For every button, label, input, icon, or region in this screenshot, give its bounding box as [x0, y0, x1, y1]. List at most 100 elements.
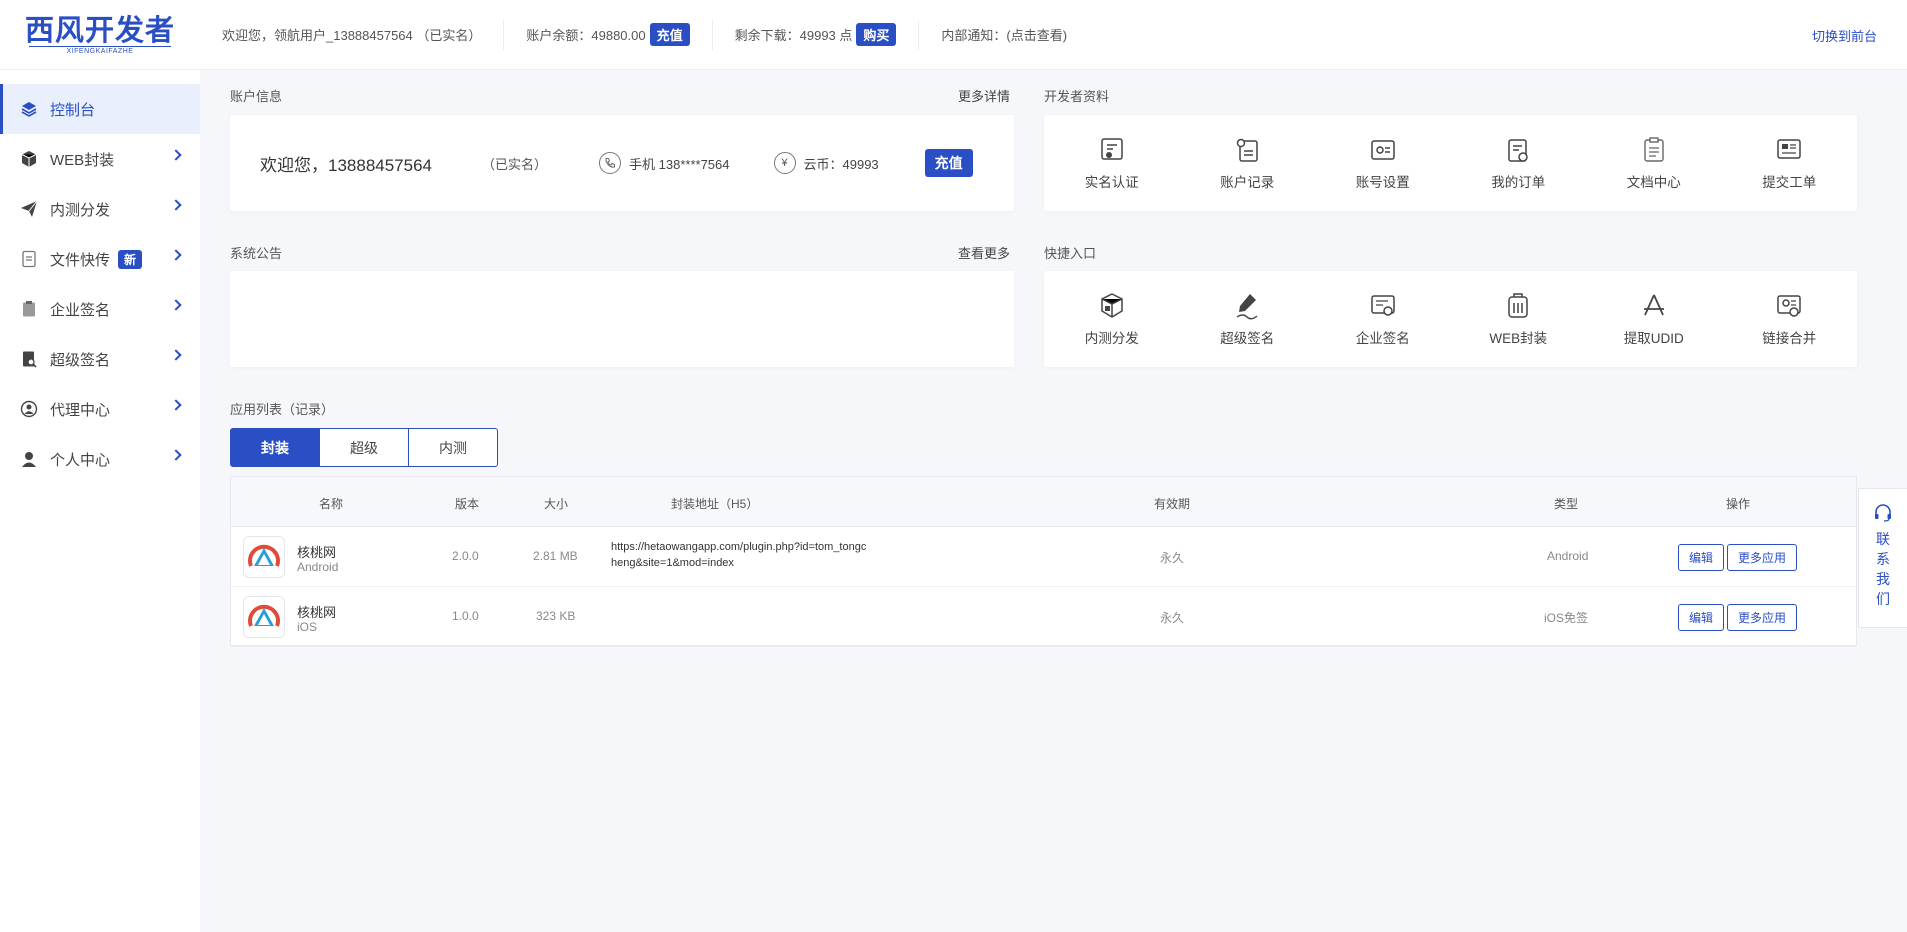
link-merge-icon: [1777, 295, 1801, 317]
quick-item-label: 内测分发: [1084, 331, 1139, 346]
yen-icon: ¥: [773, 152, 796, 174]
account-settings-icon: [1371, 140, 1395, 160]
buy-button[interactable]: 购买: [856, 23, 897, 46]
col-name: 名称: [319, 497, 344, 511]
package-icon: [1508, 293, 1528, 318]
quick-item-link-merge[interactable]: 链接合并: [1722, 271, 1858, 367]
dev-item-orders[interactable]: 我的订单: [1451, 115, 1587, 211]
dev-item-label: 账户记录: [1220, 175, 1275, 190]
app-size: 2.81 MB: [533, 549, 578, 563]
dev-card: 实名认证 账户记录 账号设置 我的订单 文档中心 提交工单: [1044, 115, 1857, 211]
brand-name-en: XIFENGKAIFAZHE: [29, 46, 171, 55]
more-apps-button[interactable]: 更多应用: [1727, 604, 1797, 631]
appstore-icon: [1643, 294, 1664, 316]
account-phone: 手机 138****7564: [599, 152, 730, 174]
apps-table: 名称 版本 大小 封装地址（H5） 有效期 类型 操作 核桃网 Android …: [230, 476, 1857, 647]
app-platform: Android: [297, 560, 339, 574]
tab-super[interactable]: 超级: [319, 428, 409, 467]
account-section-title: 账户信息: [230, 89, 283, 104]
app-size: 323 KB: [536, 609, 576, 623]
account-verified: （已实名）: [482, 156, 548, 172]
account-row: 欢迎您，13888457564 （已实名） 手机 138****7564 ¥ 云…: [230, 115, 1014, 211]
account-recharge-button[interactable]: 充值: [924, 149, 973, 177]
more-apps-button[interactable]: 更多应用: [1727, 544, 1797, 571]
dev-item-docs[interactable]: 文档中心: [1586, 115, 1722, 211]
ticket-icon: [1777, 139, 1801, 159]
quick-card: 内测分发 超级签名 企业签名 WEB封装 提取UDID 链接合并: [1044, 271, 1857, 367]
app-icon: [243, 596, 285, 638]
file-transfer-icon: [20, 250, 38, 268]
chevron-right-icon: [170, 249, 182, 261]
welcome-text: 欢迎您，领航用户_13888457564 （已实名）: [200, 19, 505, 50]
notice-card: [230, 271, 1014, 367]
apps-tabs: 封装 超级 内测: [230, 428, 498, 467]
notice-link[interactable]: 内部通知：(点击查看): [919, 20, 1089, 50]
quick-section-title: 快捷入口: [1044, 246, 1097, 261]
paper-plane-icon: [20, 200, 38, 218]
edit-button[interactable]: 编辑: [1678, 604, 1724, 631]
col-type: 类型: [1554, 497, 1579, 511]
doc-search-icon: [20, 350, 38, 368]
phone-icon: [599, 152, 622, 174]
quick-item-enterprise-sign[interactable]: 企业签名: [1315, 271, 1451, 367]
col-validity: 有效期: [1154, 497, 1191, 511]
sidebar-item-label: 控制台: [50, 101, 96, 119]
quick-item-beta[interactable]: 内测分发: [1044, 271, 1180, 367]
notice-label: 内部通知：(点击查看): [941, 28, 1068, 43]
new-badge: 新: [118, 249, 143, 269]
balance-segment: 账户余额：49880.00 充值: [504, 19, 713, 50]
sidebar-item-label: 超级签名: [50, 351, 111, 369]
topbar-recharge-button[interactable]: 充值: [649, 23, 690, 46]
chevron-right-icon: [170, 449, 182, 461]
sidebar-item-label: WEB封装: [50, 151, 115, 169]
dev-item-verify[interactable]: 实名认证: [1044, 115, 1180, 211]
downloads-segment: 剩余下载：49993 点 购买: [713, 19, 920, 50]
sidebar-item-beta-dist[interactable]: 内测分发: [0, 184, 200, 234]
dev-item-ticket[interactable]: 提交工单: [1722, 115, 1858, 211]
tab-beta[interactable]: 内测: [408, 428, 498, 467]
sidebar-item-web-wrap[interactable]: WEB封装: [0, 134, 200, 184]
app-platform: iOS: [297, 620, 318, 634]
sidebar-item-dashboard[interactable]: 控制台: [0, 84, 200, 134]
brand-name: 西风开发者: [24, 13, 175, 47]
app-validity: 永久: [1160, 551, 1185, 565]
layers-icon: [20, 100, 38, 118]
sidebar-item-file-transfer[interactable]: 文件快传 新: [0, 234, 200, 284]
agent-icon: [20, 400, 38, 418]
dev-item-records[interactable]: 账户记录: [1180, 115, 1316, 211]
contact-us-tab[interactable]: 联系我们: [1858, 488, 1907, 628]
sidebar: 控制台 WEB封装 内测分发 文件快传 新 企业签名 超级签名 代理中心 个人中…: [0, 70, 200, 932]
tab-wrap[interactable]: 封装: [230, 428, 320, 467]
sidebar-item-label: 个人中心: [50, 451, 111, 469]
app-type: iOS免签: [1544, 611, 1589, 625]
notice-section-title: 系统公告: [230, 246, 283, 261]
dev-item-settings[interactable]: 账号设置: [1315, 115, 1451, 211]
dev-section-title: 开发者资料: [1044, 89, 1110, 104]
brand-logo[interactable]: 西风开发者 XIFENGKAIFAZHE: [0, 0, 200, 70]
app-url[interactable]: https://hetaowangapp.com/plugin.php?id=t…: [611, 539, 871, 571]
app-name: 核桃网: [297, 545, 337, 560]
col-size: 大小: [544, 497, 569, 511]
sidebar-item-personal-center[interactable]: 个人中心: [0, 434, 200, 484]
table-row: 核桃网 iOS 1.0.0 323 KB 永久 iOS免签 编辑 更多应用: [231, 587, 1856, 647]
account-phone-label: 手机 138****7564: [629, 156, 730, 172]
user-icon: [20, 450, 38, 468]
switch-frontend-link[interactable]: 切换到前台: [1812, 26, 1877, 45]
chevron-right-icon: [170, 199, 182, 211]
edit-button[interactable]: 编辑: [1678, 544, 1724, 571]
quick-item-label: 企业签名: [1355, 331, 1410, 346]
notice-more-link[interactable]: 查看更多: [958, 243, 1010, 262]
sidebar-item-super-sign[interactable]: 超级签名: [0, 334, 200, 384]
quick-item-web-wrap[interactable]: WEB封装: [1451, 271, 1587, 367]
dev-grid: 实名认证 账户记录 账号设置 我的订单 文档中心 提交工单: [1044, 115, 1857, 211]
cubes-icon: [1101, 293, 1123, 318]
account-coins: ¥ 云币：49993: [773, 152, 879, 174]
account-more-link[interactable]: 更多详情: [958, 86, 1010, 105]
sidebar-item-agent-center[interactable]: 代理中心: [0, 384, 200, 434]
col-url: 封装地址（H5）: [671, 497, 759, 511]
quick-item-super-sign[interactable]: 超级签名: [1180, 271, 1316, 367]
chevron-right-icon: [170, 149, 182, 161]
sidebar-item-enterprise-sign[interactable]: 企业签名: [0, 284, 200, 334]
quick-item-label: 超级签名: [1220, 331, 1275, 346]
quick-item-udid[interactable]: 提取UDID: [1586, 271, 1722, 367]
